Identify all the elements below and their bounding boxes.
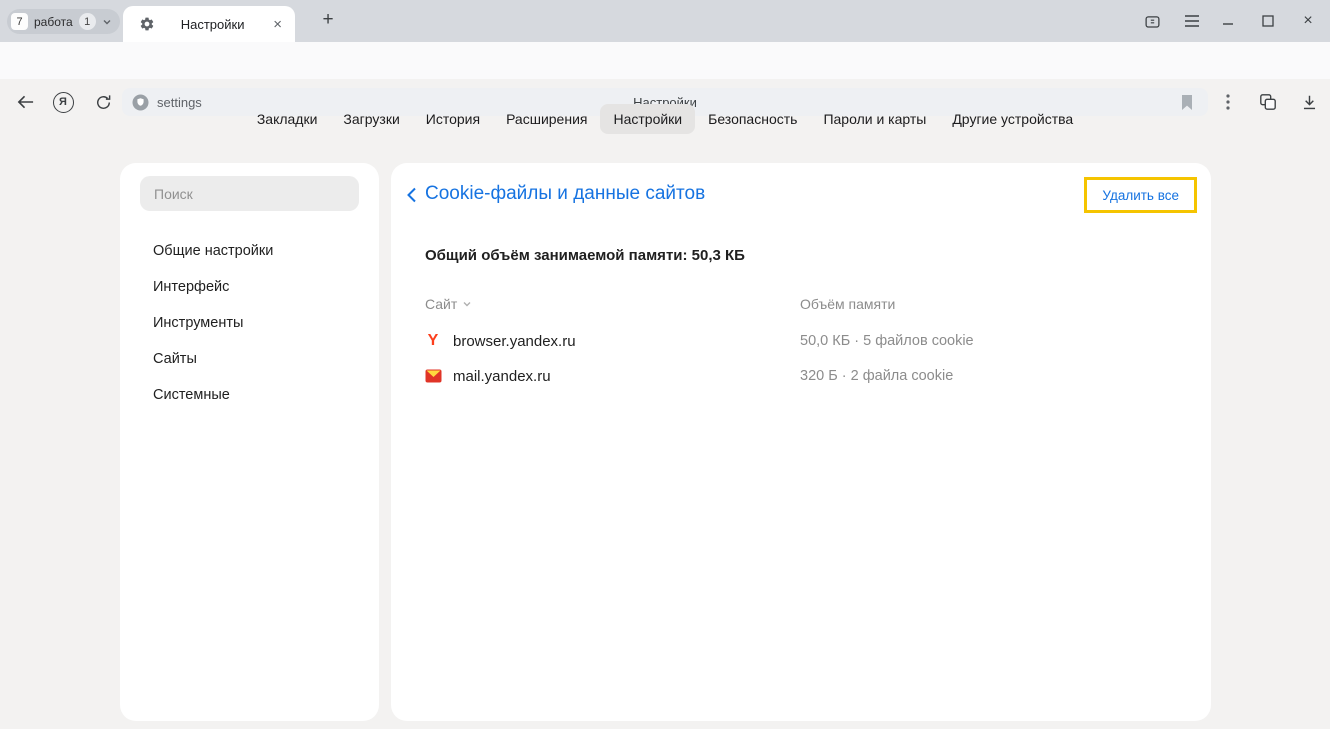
chevron-down-icon[interactable] [102, 17, 112, 27]
site-size: 320 Б · 2 файла cookie [800, 368, 953, 384]
nav-downloads[interactable]: Загрузки [330, 104, 412, 134]
nav-history[interactable]: История [413, 104, 493, 134]
settings-nav: Закладки Загрузки История Расширения Нас… [0, 104, 1330, 134]
toolbar: Я settings Настройки [0, 42, 1330, 79]
side-panel-icon[interactable] [1140, 9, 1164, 33]
cookies-panel: Cookie-файлы и данные сайтов Удалить все… [391, 163, 1211, 721]
table-row[interactable]: Y browser.yandex.ru [424, 330, 576, 352]
search-input[interactable] [140, 176, 359, 211]
tab-group-badge: 7 [11, 13, 28, 30]
tab-group-count[interactable]: 1 [79, 13, 96, 30]
sidebar-item-interface[interactable]: Интерфейс [120, 269, 379, 305]
nav-passwords[interactable]: Пароли и карты [810, 104, 939, 134]
close-button[interactable]: × [1296, 9, 1320, 33]
nav-extensions[interactable]: Расширения [493, 104, 600, 134]
site-column-header[interactable]: Сайт [425, 296, 472, 312]
new-tab-button[interactable]: + [316, 8, 340, 32]
menu-hamburger-icon[interactable] [1180, 9, 1204, 33]
delete-all-button[interactable]: Удалить все [1087, 188, 1194, 203]
size-column-header: Объём памяти [800, 296, 895, 312]
site-size: 50,0 КБ · 5 файлов cookie [800, 333, 974, 349]
nav-bookmarks[interactable]: Закладки [244, 104, 331, 134]
sidebar-item-general[interactable]: Общие настройки [120, 233, 379, 269]
minimize-button[interactable] [1216, 9, 1240, 33]
delete-all-highlight: Удалить все [1084, 177, 1197, 213]
maximize-button[interactable] [1256, 9, 1280, 33]
sidebar-item-sites[interactable]: Сайты [120, 341, 379, 377]
tab-group-label: работа [34, 15, 73, 29]
site-name: mail.yandex.ru [453, 368, 551, 385]
total-memory-label: Общий объём занимаемой памяти: 50,3 КБ [425, 247, 745, 264]
sidebar-item-system[interactable]: Системные [120, 377, 379, 413]
gear-icon [139, 16, 155, 32]
sidebar-item-tools[interactable]: Инструменты [120, 305, 379, 341]
site-name: browser.yandex.ru [453, 333, 576, 350]
table-row[interactable]: mail.yandex.ru [424, 365, 551, 387]
sidebar-list: Общие настройки Интерфейс Инструменты Са… [120, 233, 379, 413]
yandex-mail-favicon [424, 367, 442, 385]
titlebar: 7 работа 1 Настройки × + × [0, 0, 1330, 42]
nav-security[interactable]: Безопасность [695, 104, 810, 134]
tab-group-chip[interactable]: 7 работа 1 [7, 9, 120, 34]
nav-settings[interactable]: Настройки [600, 104, 695, 134]
nav-other-devices[interactable]: Другие устройства [939, 104, 1086, 134]
page-title[interactable]: Cookie-файлы и данные сайтов [425, 183, 705, 205]
tab-title: Настройки [155, 17, 270, 32]
yandex-browser-favicon: Y [424, 332, 442, 350]
settings-sidebar: Общие настройки Интерфейс Инструменты Са… [120, 163, 379, 721]
back-chevron-icon[interactable] [406, 187, 417, 203]
browser-window: 7 работа 1 Настройки × + × [0, 0, 1330, 729]
tab-close-icon[interactable]: × [270, 16, 285, 33]
tab-settings[interactable]: Настройки × [123, 6, 295, 42]
table-header: Сайт Объём памяти [425, 296, 1177, 316]
sort-chevron-icon[interactable] [462, 300, 472, 308]
